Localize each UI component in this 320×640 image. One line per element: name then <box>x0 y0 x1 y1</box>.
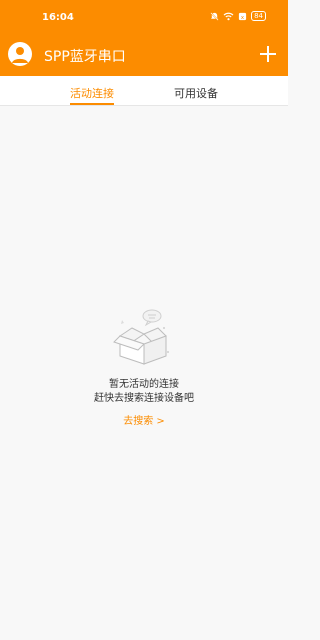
battery-indicator: 84 <box>251 11 266 21</box>
bell-off-icon <box>210 11 219 21</box>
user-icon[interactable] <box>8 42 32 66</box>
app-bar: SPP蓝牙串口 <box>0 36 288 76</box>
status-time: 16:04 <box>42 12 74 23</box>
tab-bar: 活动连接 可用设备 <box>0 76 288 106</box>
tab-available-devices[interactable]: 可用设备 <box>174 85 218 101</box>
sim-icon: x <box>238 12 247 20</box>
status-bar: 16:04 x 84 <box>0 0 288 36</box>
app-title: SPP蓝牙串口 <box>44 49 126 65</box>
plus-icon <box>260 46 276 62</box>
go-search-link[interactable]: 去搜索 > <box>0 412 288 427</box>
empty-title: 暂无活动的连接 <box>109 379 179 390</box>
wifi-icon <box>223 12 234 20</box>
empty-box-icon <box>113 309 169 365</box>
svg-text:x: x <box>241 14 244 20</box>
add-button[interactable] <box>256 42 280 66</box>
status-icons: x 84 <box>210 11 266 21</box>
empty-subtitle: 赶快去搜索连接设备吧 <box>94 393 194 404</box>
tab-active-connections[interactable]: 活动连接 <box>70 85 114 101</box>
tab-indicator <box>70 103 114 105</box>
